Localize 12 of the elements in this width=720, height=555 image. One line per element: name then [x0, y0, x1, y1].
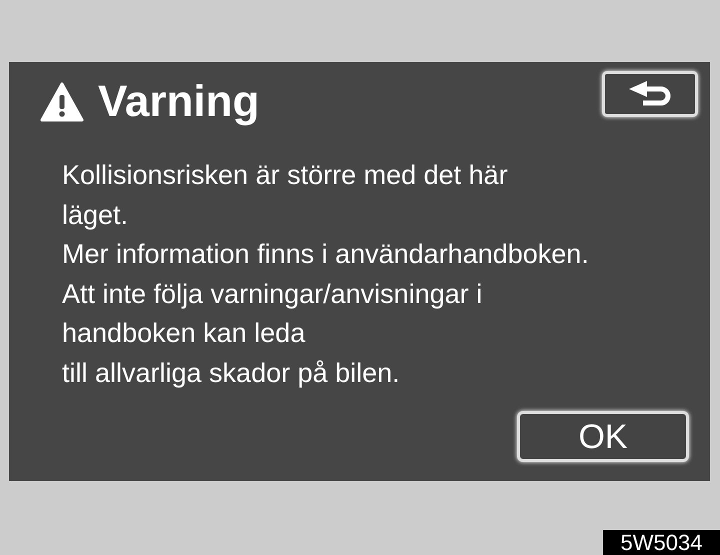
message-line: till allvarliga skador på bilen.: [62, 356, 400, 390]
message-line: Mer information finns i användarhandboken.: [62, 238, 589, 271]
ok-button[interactable]: OK: [517, 411, 689, 462]
dialog-title: Varning: [98, 80, 260, 124]
return-arrow-icon: [627, 81, 673, 107]
warning-icon: [40, 82, 84, 122]
back-button[interactable]: [602, 71, 698, 117]
message-line: läget.: [62, 198, 128, 232]
message-line: handboken kan leda: [62, 317, 306, 350]
figure-code: 5W5034: [603, 530, 720, 555]
message-line: Kollisionsrisken är större med det här: [62, 159, 508, 192]
message-line: Att inte följa varningar/anvisningar i: [62, 278, 482, 311]
